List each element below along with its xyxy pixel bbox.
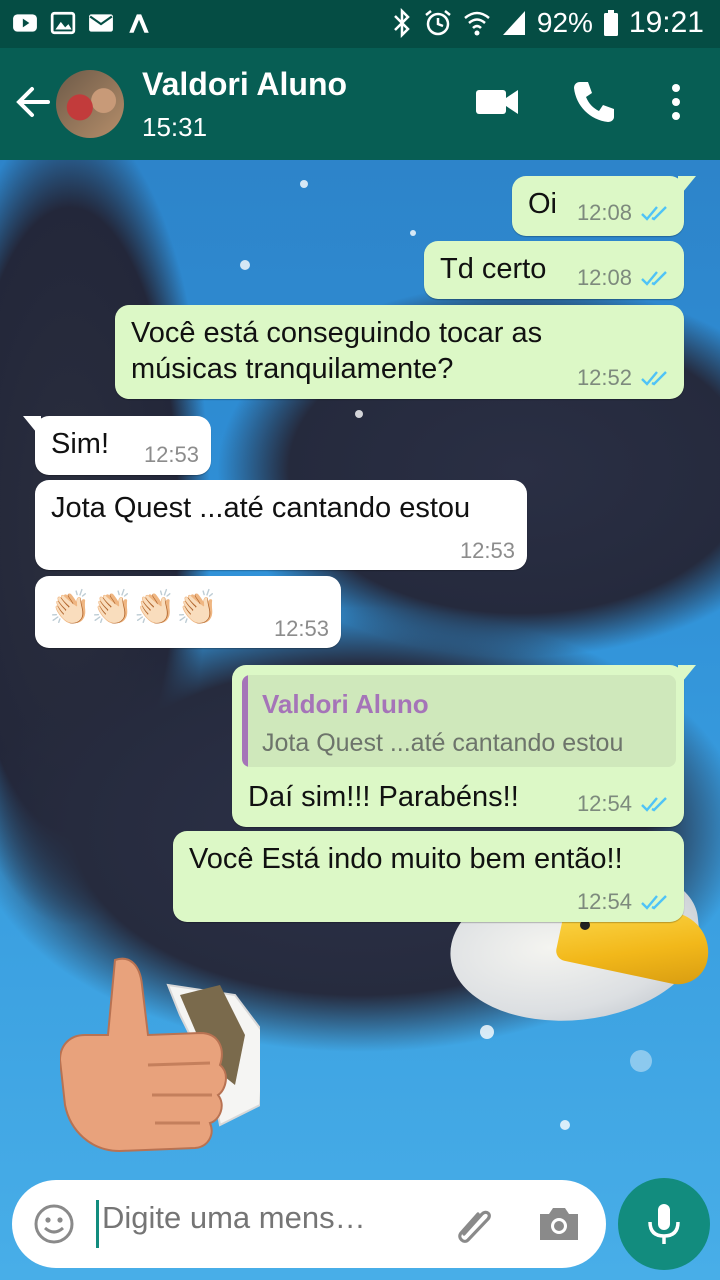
read-receipt-icon [641, 797, 667, 812]
message-bubble-outgoing[interactable]: Você está conseguindo tocar as músicas t… [115, 305, 684, 399]
gallery-icon [50, 11, 76, 35]
video-call-icon[interactable] [472, 76, 524, 128]
youtube-icon [13, 14, 37, 32]
camera-icon[interactable] [536, 1202, 582, 1246]
message-time: 12:08 [576, 200, 632, 225]
emoji-icon[interactable] [32, 1202, 76, 1246]
message-text: Daí sim!!! Parabéns!! [248, 781, 519, 813]
message-bubble-outgoing[interactable]: Você Está indo muito bem então!! 12:54 [173, 831, 684, 922]
signal-icon [502, 11, 525, 35]
read-receipt-icon [641, 371, 667, 386]
more-vertical-icon[interactable] [650, 76, 702, 128]
mic-icon [648, 1204, 680, 1244]
last-seen: 15:31 [142, 112, 208, 142]
text-cursor [96, 1200, 99, 1248]
clapping-emoji-message: 👏🏻👏🏻👏🏻👏🏻 [49, 589, 219, 627]
battery-icon [603, 10, 618, 36]
message-text: Oi [528, 188, 557, 220]
quoted-author: Valdori Aluno [262, 689, 429, 719]
message-text: Você Está indo muito bem então!! [189, 843, 623, 875]
wifi-icon [464, 11, 490, 36]
clock: 19:21 [628, 6, 704, 39]
mic-button[interactable] [618, 1178, 710, 1270]
message-text: Jota Quest ...até cantando estou [51, 492, 471, 524]
wallpaper-snowflake [560, 1120, 570, 1130]
contact-name[interactable]: Valdori Aluno [142, 66, 347, 103]
message-time: 12:52 [576, 365, 632, 390]
message-text-line: músicas tranquilamente? [131, 353, 454, 385]
read-receipt-icon [641, 206, 667, 221]
wallpaper-snowflake [355, 410, 363, 418]
message-time: 12:54 [576, 791, 632, 816]
message-time: 12:08 [576, 265, 632, 290]
message-time: 12:53 [459, 538, 515, 563]
message-input[interactable] [102, 1200, 422, 1236]
wallpaper-snowflake [480, 1025, 494, 1039]
message-bubble-outgoing[interactable]: Oi 12:08 [512, 176, 696, 236]
read-receipt-icon [641, 271, 667, 286]
bluetooth-icon [393, 8, 410, 38]
thumbs-up-sticker [60, 957, 260, 1153]
message-bubble-incoming[interactable]: Sim! 12:53 [23, 416, 211, 475]
read-receipt-icon [641, 895, 667, 910]
message-composer [12, 1180, 606, 1268]
message-text: Sim! [51, 428, 109, 460]
message-text: Td certo [440, 253, 547, 285]
status-bar: 92% 19:21 [0, 0, 720, 48]
message-time: 12:53 [273, 616, 329, 641]
chat-header: Valdori Aluno 15:31 [0, 48, 720, 160]
quoted-message[interactable]: Valdori Aluno Jota Quest ...até cantando… [242, 675, 676, 767]
wallpaper-snowflake [240, 260, 250, 270]
wallpaper-snowflake [300, 180, 308, 188]
message-time: 12:54 [576, 889, 632, 914]
phone-icon[interactable] [568, 76, 620, 128]
battery-percent: 92% [536, 7, 593, 38]
avatar[interactable] [56, 70, 124, 138]
wallpaper-snowflake [410, 230, 416, 236]
quoted-text: Jota Quest ...até cantando estou [262, 729, 624, 757]
wallpaper-snowflake [630, 1050, 652, 1072]
alarm-icon [425, 10, 451, 36]
message-bubble-outgoing[interactable]: Td certo 12:08 [424, 241, 684, 299]
attach-icon[interactable] [448, 1200, 496, 1248]
mail-icon [89, 14, 113, 32]
quote-accent-bar [242, 675, 248, 767]
message-time: 12:53 [143, 442, 199, 467]
message-bubble-incoming[interactable]: 👏🏻👏🏻👏🏻👏🏻 12:53 [35, 576, 341, 648]
app-icon [129, 14, 149, 33]
message-bubble-incoming[interactable]: Jota Quest ...até cantando estou 12:53 [35, 480, 527, 570]
message-bubble-outgoing-reply[interactable]: Valdori Aluno Jota Quest ...até cantando… [232, 665, 696, 827]
message-text-line: Você está conseguindo tocar as [131, 317, 543, 349]
back-arrow-icon[interactable] [14, 82, 54, 122]
